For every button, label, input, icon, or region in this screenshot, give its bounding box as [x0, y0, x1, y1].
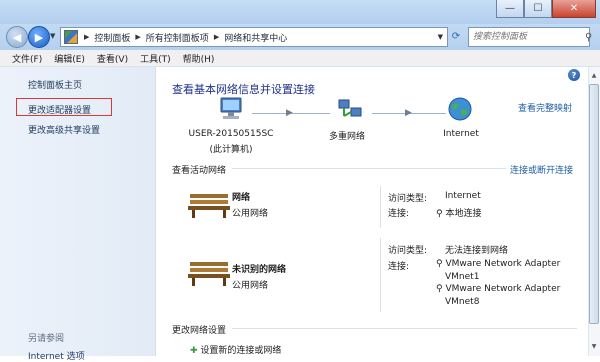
address-row: ◀ ▶ ▼ ▶ 控制面板 ▶ 所有控制面板项 ▶ 网络和共享中心 ▼ ⟳ ⚲ [0, 24, 600, 50]
network-2-connection-2-sub[interactable]: VMnet8 [445, 297, 479, 307]
network-1-connection-label[interactable]: 本地连接 [445, 209, 481, 219]
network-2-access-value: 无法连接到网络 [445, 246, 509, 256]
address-dropdown-icon[interactable]: ▼ [438, 33, 443, 41]
vertical-divider [380, 238, 381, 312]
network-2-connection-1-label[interactable]: VMware Network Adapter [445, 259, 560, 269]
network-2-connection-2[interactable]: ⚲ VMware Network Adapter [436, 284, 560, 294]
map-link-arrow-icon: ▶ [405, 108, 412, 118]
setup-new-connection-label[interactable]: 设置新的连接或网络 [200, 346, 281, 356]
computer-name-label: USER-20150515SC [188, 129, 274, 139]
minimize-button[interactable]: — [496, 0, 524, 18]
menu-bar: 文件(F) 编辑(E) 查看(V) 工具(T) 帮助(H) [0, 50, 600, 67]
change-settings-title: 更改网络设置 [172, 326, 227, 336]
chevron-right-icon[interactable]: ▶ [135, 33, 140, 41]
breadcrumb-control-panel[interactable]: 控制面板 [94, 31, 130, 44]
breadcrumb-all-items[interactable]: 所有控制面板项 [146, 31, 209, 44]
adapter-icon: ⚲ [436, 259, 443, 269]
close-button[interactable]: ✕ [552, 0, 596, 18]
internet-label: Internet [443, 129, 479, 139]
menu-help[interactable]: 帮助(H) [183, 52, 215, 65]
recent-pages-dropdown-icon[interactable]: ▼ [50, 32, 55, 40]
menu-tools[interactable]: 工具(T) [140, 52, 171, 65]
search-icon[interactable]: ⚲ [585, 32, 592, 43]
menu-view[interactable]: 查看(V) [97, 52, 128, 65]
chevron-right-icon[interactable]: ▶ [214, 33, 219, 41]
network-1-connection[interactable]: ⚲ 本地连接 [436, 206, 481, 219]
scroll-thumb[interactable] [589, 84, 599, 324]
computer-name-sub: (此计算机) [209, 145, 253, 155]
multiple-networks-label: 多重网络 [328, 132, 365, 142]
menu-edit[interactable]: 编辑(E) [54, 52, 85, 65]
help-icon[interactable]: ? [568, 69, 580, 81]
view-full-map-link[interactable]: 查看完整映射 [518, 101, 572, 114]
network-2-connection-1-sub[interactable]: VMnet1 [445, 272, 479, 282]
see-also-title: 另请参阅 [28, 334, 65, 344]
new-connection-icon: ✚ [190, 346, 198, 356]
forward-button[interactable]: ▶ [28, 26, 50, 48]
page-title: 查看基本网络信息并设置连接 [172, 83, 315, 96]
refresh-icon[interactable]: ⟳ [448, 28, 464, 44]
globe-icon [448, 97, 472, 121]
computer-icon [220, 97, 242, 119]
search-input[interactable] [469, 31, 585, 43]
title-bar: — ☐ ✕ [0, 0, 600, 24]
map-node-internet [440, 96, 480, 122]
bench-icon [188, 194, 230, 218]
chevron-right-icon[interactable]: ▶ [84, 33, 89, 41]
maximize-button[interactable]: ☐ [524, 0, 552, 18]
setup-new-connection-link[interactable]: ✚ 设置新的连接或网络 [190, 343, 281, 356]
control-panel-icon [64, 30, 78, 44]
scroll-up-icon[interactable]: ▲ [589, 69, 599, 81]
address-bar[interactable]: ▶ 控制面板 ▶ 所有控制面板项 ▶ 网络和共享中心 ▼ [60, 27, 448, 47]
network-1-access-label: 访问类型: [388, 194, 428, 204]
section-divider [232, 168, 506, 169]
network-hub-icon [338, 99, 362, 117]
vertical-divider [380, 186, 381, 228]
breadcrumb-network-center[interactable]: 网络和共享中心 [224, 31, 287, 44]
network-1-access-value: Internet [445, 191, 481, 201]
network-2-name: 未识别的网络 [232, 265, 287, 275]
network-2-access-label: 访问类型: [388, 246, 428, 256]
network-1-conn-label: 连接: [388, 209, 410, 219]
search-box[interactable]: ⚲ [468, 27, 592, 47]
back-button[interactable]: ◀ [6, 26, 28, 48]
active-networks-title: 查看活动网络 [172, 166, 227, 176]
menu-file[interactable]: 文件(F) [12, 52, 42, 65]
adapter-icon: ⚲ [436, 209, 443, 219]
network-2-connection-2-label[interactable]: VMware Network Adapter [445, 284, 560, 294]
map-node-computer [196, 96, 266, 122]
network-2-conn-label: 连接: [388, 262, 410, 272]
map-node-multiple-networks [330, 96, 370, 122]
sidebar-item-change-advanced-sharing[interactable]: 更改高级共享设置 [28, 123, 100, 136]
bench-icon [188, 262, 230, 286]
highlight-box [16, 98, 112, 116]
window-controls: — ☐ ✕ [496, 0, 596, 18]
computer-name: USER-20150515SC (此计算机) [178, 129, 284, 155]
map-link-arrow-icon: ▶ [286, 108, 293, 118]
connect-disconnect-link[interactable]: 连接或断开连接 [510, 163, 573, 176]
network-1-name: 网络 [232, 193, 251, 203]
adapter-icon: ⚲ [436, 284, 443, 294]
network-1-type-link[interactable]: 公用网络 [232, 206, 268, 219]
network-2-connection-1[interactable]: ⚲ VMware Network Adapter [436, 259, 560, 269]
sidebar-item-control-panel-home[interactable]: 控制面板主页 [28, 78, 82, 91]
network-2-type: 公用网络 [232, 281, 269, 291]
scroll-down-icon[interactable]: ▼ [589, 340, 599, 352]
section-divider [232, 328, 577, 329]
